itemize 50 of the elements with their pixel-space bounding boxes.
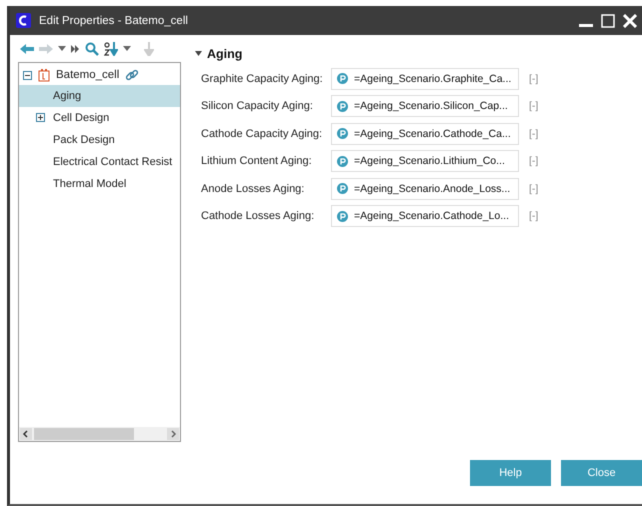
parameter-icon [337,73,348,84]
window-title: Edit Properties - Batemo_cell [39,14,188,26]
property-field[interactable]: =Ageing_Scenario.Anode_Loss... [331,178,519,200]
property-field[interactable]: =Ageing_Scenario.Cathode_Ca... [331,122,519,145]
unit-label: [-] [529,210,538,222]
scroll-right-icon[interactable] [167,428,179,440]
parameter-icon [337,210,348,222]
property-label: Graphite Capacity Aging: [200,72,324,85]
scroll-left-icon[interactable] [20,428,32,440]
collapse-icon[interactable] [23,70,32,80]
battery-cell-icon [38,68,50,82]
link-icon [125,68,140,82]
section-title: Aging [207,47,242,61]
parameter-icon [337,156,348,167]
tree-item[interactable]: Thermal Model [19,173,180,196]
parameter-icon [337,183,348,194]
property-label: Silicon Capacity Aging: [200,100,314,112]
back-arrow-icon[interactable] [20,42,34,55]
unit-label: [-] [529,128,538,140]
unit-label: [-] [529,72,538,85]
property-field[interactable]: =Ageing_Scenario.Silicon_Cap... [331,95,519,118]
fast-forward-icon[interactable] [71,44,80,53]
tree-item[interactable]: Pack Design [19,129,180,152]
property-label: Anode Losses Aging: [200,182,306,195]
property-label: Lithium Content Aging: [200,155,313,168]
dropdown-caret-icon[interactable] [123,46,131,52]
expand-icon[interactable] [36,113,45,122]
maximize-icon[interactable] [601,14,615,28]
close-icon[interactable] [623,14,637,28]
dropdown-caret-icon[interactable] [58,46,66,52]
unit-label: [-] [529,182,538,195]
property-field[interactable]: =Ageing_Scenario.Cathode_Lo... [331,205,519,228]
search-icon[interactable] [85,42,99,56]
tree-item[interactable]: Batemo_cell [56,69,120,82]
tree-item[interactable]: Aging [19,85,180,108]
parameter-icon [337,100,348,112]
property-field[interactable]: =Ageing_Scenario.Graphite_Ca... [331,68,519,90]
horizontal-scrollbar[interactable] [19,427,180,441]
property-label: Cathode Capacity Aging: [200,128,324,140]
parameter-icon [337,128,348,140]
property-label: Cathode Losses Aging: [200,210,316,222]
scrollbar-thumb[interactable] [34,428,134,440]
collapse-triangle-icon[interactable] [195,51,202,57]
app-logo-icon [16,13,31,28]
property-field[interactable]: =Ageing_Scenario.Lithium_Co... [331,150,519,172]
unit-label: [-] [529,155,538,168]
tree-item[interactable]: Cell Design [19,107,180,130]
sort-icon[interactable] [104,41,118,56]
unit-label: [-] [529,100,538,112]
tree-item[interactable]: Electrical Contact Resist [19,151,180,174]
